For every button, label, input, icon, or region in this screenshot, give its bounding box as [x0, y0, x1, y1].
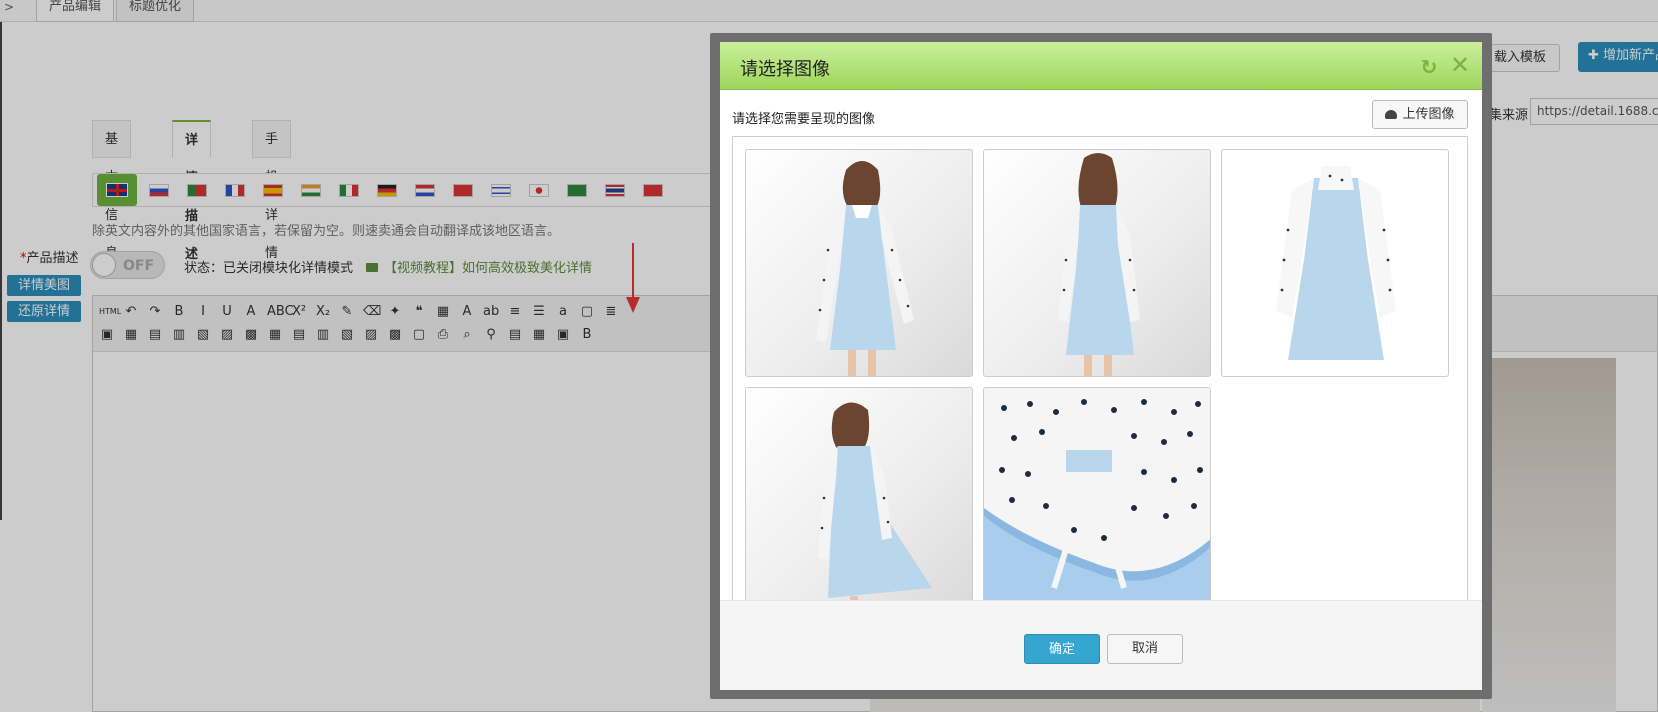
modal-title: 请选择图像: [740, 59, 830, 80]
modal-frame: 请选择图像 ↻ ✕ 请选择您需要呈现的图像 上传图像 确定 取消: [710, 33, 1492, 699]
select-image-prompt: 请选择您需要呈现的图像: [732, 112, 876, 127]
modal-header: 请选择图像 ↻ ✕: [720, 42, 1482, 90]
image-select-modal: 请选择图像 ↻ ✕ 请选择您需要呈现的图像 上传图像 确定 取消: [720, 42, 1482, 690]
image-thumb-dress-collar-detail[interactable]: [983, 387, 1211, 615]
close-icon[interactable]: ✕: [1450, 53, 1470, 77]
image-gallery: [732, 136, 1468, 632]
image-thumb-dress-front-model[interactable]: [745, 149, 973, 377]
image-thumb-dress-back-model[interactable]: [983, 149, 1211, 377]
confirm-button[interactable]: 确定: [1024, 634, 1100, 664]
image-thumb-dress-side-model[interactable]: [745, 387, 973, 615]
modal-body: 请选择您需要呈现的图像 上传图像: [720, 90, 1482, 640]
refresh-icon[interactable]: ↻: [1419, 57, 1439, 77]
upload-image-button[interactable]: 上传图像: [1372, 100, 1468, 129]
cloud-upload-icon: [1385, 110, 1398, 119]
image-thumb-dress-flat-front[interactable]: [1221, 149, 1449, 377]
upload-label: 上传图像: [1402, 107, 1455, 122]
modal-footer: 确定 取消: [720, 600, 1482, 690]
cancel-button[interactable]: 取消: [1107, 634, 1183, 664]
